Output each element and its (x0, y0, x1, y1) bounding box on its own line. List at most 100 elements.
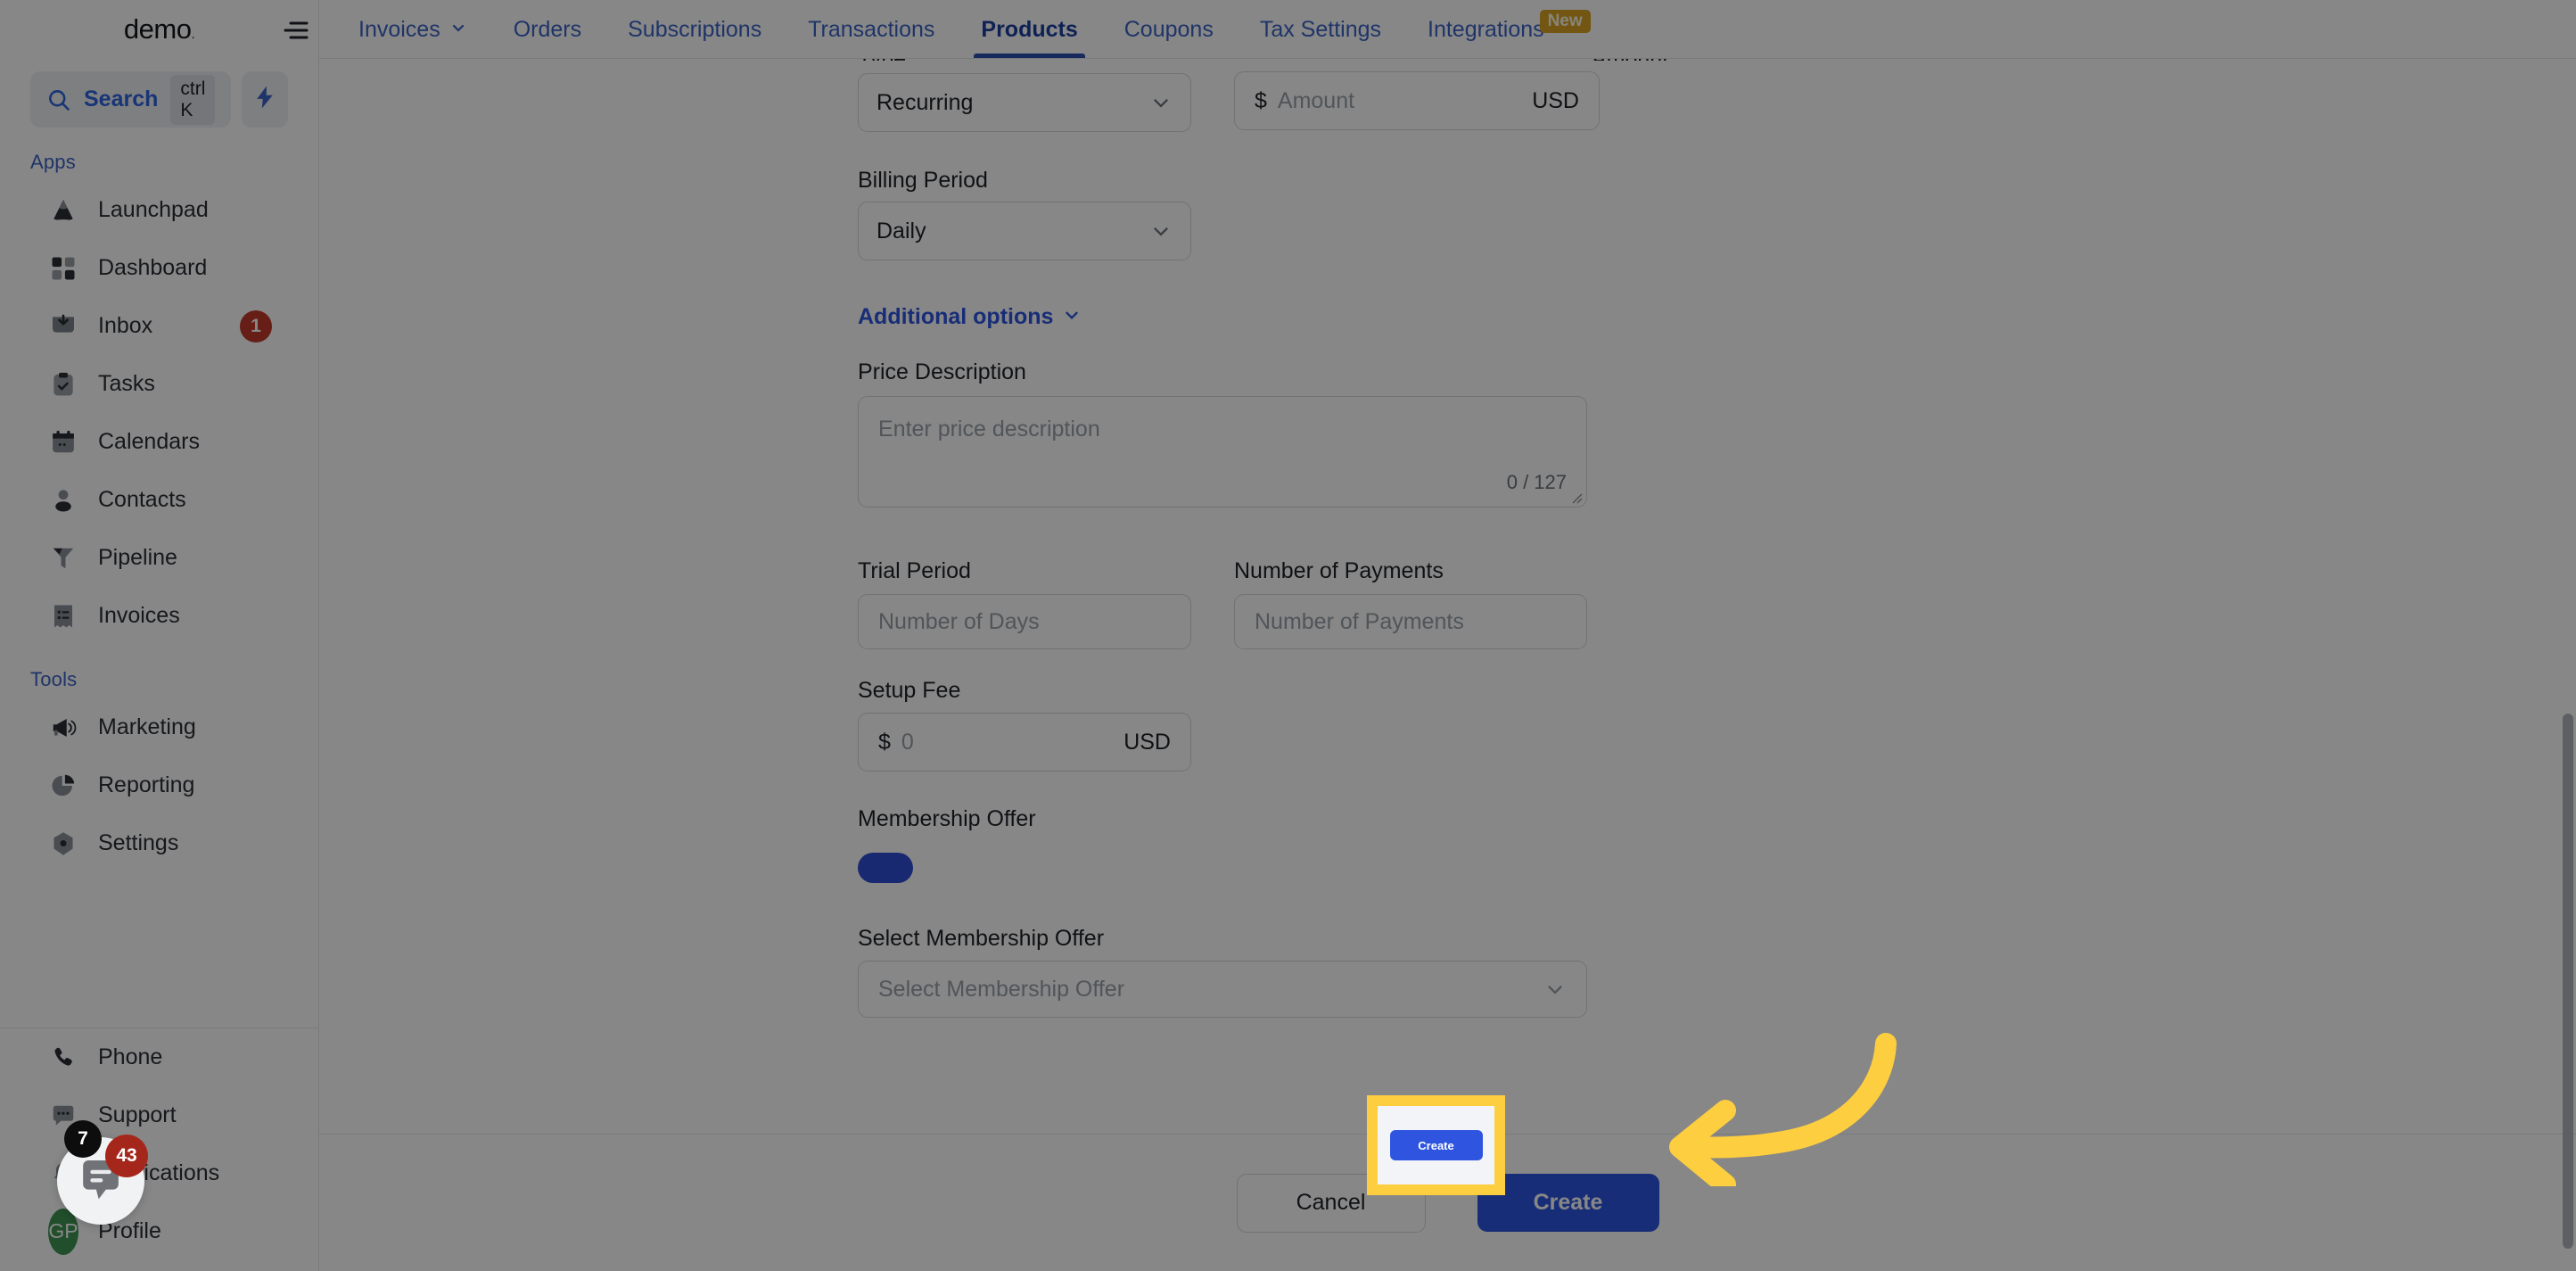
tab-label: Invoices (358, 17, 440, 42)
search-input[interactable]: Search ctrl K (30, 71, 232, 128)
sidebar-item-label: Calendars (98, 429, 200, 454)
invoices-receipt-icon (48, 601, 78, 631)
sidebar-section-apps-label: Apps (30, 151, 76, 173)
sidebar-item-label: Invoices (98, 603, 180, 628)
price-description-placeholder: Enter price description (878, 417, 1100, 442)
gear-icon (48, 829, 78, 859)
dashboard-grid-icon (48, 253, 78, 284)
chevron-down-icon (1062, 305, 1082, 329)
sidebar-item-tasks[interactable]: Tasks (0, 355, 318, 413)
sidebar-section-apps: Launchpad Dashboard Inbox 1 Tasks Calend… (0, 181, 318, 645)
type-select[interactable]: Recurring (858, 73, 1191, 132)
sidebar-item-reporting[interactable]: Reporting (0, 756, 318, 814)
tab-list: Invoices Orders Subscriptions Transactio… (335, 0, 1591, 58)
status-badge: 1 (240, 309, 272, 343)
number-of-payments-input[interactable]: Number of Payments (1234, 594, 1587, 649)
create-button-highlighted[interactable]: Create (1389, 1130, 1483, 1160)
additional-options-toggle[interactable]: Additional options (858, 304, 1082, 330)
tab-label: Subscriptions (628, 17, 762, 42)
sidebar-item-label: Marketing (98, 714, 196, 739)
trial-period-placeholder: Number of Days (878, 608, 1040, 634)
billing-period-label: Billing Period (858, 168, 988, 193)
sidebar-item-calendars[interactable]: Calendars (0, 413, 318, 471)
pipeline-funnel-icon (48, 543, 78, 574)
sidebar-section-tools-label: Tools (30, 668, 78, 690)
form-scroll-area: Type Amount Recurring $ Amount USD Billi… (319, 59, 2576, 1134)
launchpad-icon (48, 195, 78, 226)
sidebar-item-label: Reporting (98, 772, 195, 797)
tab-subscriptions[interactable]: Subscriptions (605, 17, 785, 58)
character-counter: 0 / 127 (1506, 471, 1567, 493)
sidebar-item-notifications[interactable]: Notifications (0, 1144, 318, 1202)
select-membership-offer-select[interactable]: Select Membership Offer (858, 961, 1587, 1018)
sidebar-item-label: Pipeline (98, 545, 177, 570)
sidebar-item-pipeline[interactable]: Pipeline (0, 529, 318, 587)
setup-fee-placeholder: 0 (901, 729, 914, 755)
chat-unread-count: 43 (105, 1135, 148, 1177)
avatar: GP (48, 1208, 78, 1255)
lightning-bolt-icon (251, 84, 278, 115)
tab-orders[interactable]: Orders (490, 17, 605, 58)
megaphone-icon (48, 713, 78, 743)
membership-offer-toggle[interactable] (858, 853, 913, 883)
setup-fee-input[interactable]: $ 0 USD (858, 713, 1191, 772)
trial-period-input[interactable]: Number of Days (858, 594, 1191, 649)
sidebar-item-inbox[interactable]: Inbox 1 (0, 297, 318, 355)
brand-logo[interactable]: demo. (124, 13, 195, 45)
chat-badge-count: 7 (64, 1120, 102, 1158)
sidebar-item-profile[interactable]: GP Profile (0, 1202, 318, 1260)
hamburger-menu-icon[interactable] (284, 20, 310, 41)
currency-code: USD (1532, 87, 1579, 113)
highlight-box: Create (1367, 1095, 1505, 1195)
tab-integrations[interactable]: Integrations New (1404, 10, 1591, 58)
sidebar-item-support[interactable]: Support (0, 1086, 318, 1144)
app-root: demo. Search ctrl K Apps Launchpad Dashb… (0, 0, 2576, 1271)
sidebar: demo. Search ctrl K Apps Launchpad Dashb… (0, 0, 319, 1271)
contacts-person-icon (48, 485, 78, 516)
new-badge: New (1539, 10, 1591, 33)
tab-tax-settings[interactable]: Tax Settings (1237, 17, 1404, 58)
sidebar-item-label: Dashboard (98, 255, 208, 280)
tasks-clipboard-icon (48, 369, 78, 400)
price-description-label: Price Description (858, 359, 1026, 384)
sidebar-item-marketing[interactable]: Marketing (0, 698, 318, 756)
sidebar-item-launchpad[interactable]: Launchpad (0, 181, 318, 239)
tab-label: Coupons (1123, 17, 1214, 42)
billing-period-value: Daily (876, 218, 926, 243)
brand-row: demo. (0, 0, 318, 59)
sidebar-item-label: Phone (98, 1044, 163, 1069)
brand-trademark: . (191, 27, 195, 42)
sidebar-item-invoices[interactable]: Invoices (0, 587, 318, 645)
vertical-scrollbar[interactable] (2563, 714, 2573, 1249)
sidebar-item-settings[interactable]: Settings (0, 814, 318, 872)
number-of-payments-label: Number of Payments (1234, 558, 1444, 583)
sidebar-section-tools: Marketing Reporting Settings (0, 698, 318, 872)
chevron-down-icon (1543, 978, 1567, 1001)
search-icon (46, 87, 71, 112)
billing-period-select[interactable]: Daily (858, 202, 1191, 260)
trial-period-label: Trial Period (858, 558, 971, 583)
tab-label: Tax Settings (1259, 17, 1382, 42)
resize-grip-icon[interactable] (1570, 491, 1583, 504)
sidebar-item-contacts[interactable]: Contacts (0, 471, 318, 529)
calendar-icon (48, 427, 78, 458)
type-label: Type (858, 59, 906, 61)
price-description-textarea[interactable]: Enter price description 0 / 127 (858, 396, 1587, 508)
sidebar-item-label: Support (98, 1102, 177, 1127)
tab-coupons[interactable]: Coupons (1101, 17, 1237, 58)
sidebar-item-phone[interactable]: Phone (0, 1028, 318, 1086)
quick-action-button[interactable] (242, 71, 288, 128)
sidebar-item-dashboard[interactable]: Dashboard (0, 239, 318, 297)
currency-symbol: $ (878, 729, 891, 755)
sidebar-bottom: Phone Support Notifications GP Profile (0, 1028, 318, 1271)
amount-label: Amount (1592, 59, 1668, 61)
tab-invoices[interactable]: Invoices (335, 17, 490, 58)
additional-options-label: Additional options (858, 304, 1054, 329)
tab-label: Orders (513, 17, 582, 42)
amount-input[interactable]: $ Amount USD (1234, 71, 1600, 130)
tab-transactions[interactable]: Transactions (785, 17, 958, 58)
tab-products[interactable]: Products (958, 17, 1100, 58)
select-membership-offer-label: Select Membership Offer (858, 926, 1105, 951)
pie-chart-icon (48, 771, 78, 801)
